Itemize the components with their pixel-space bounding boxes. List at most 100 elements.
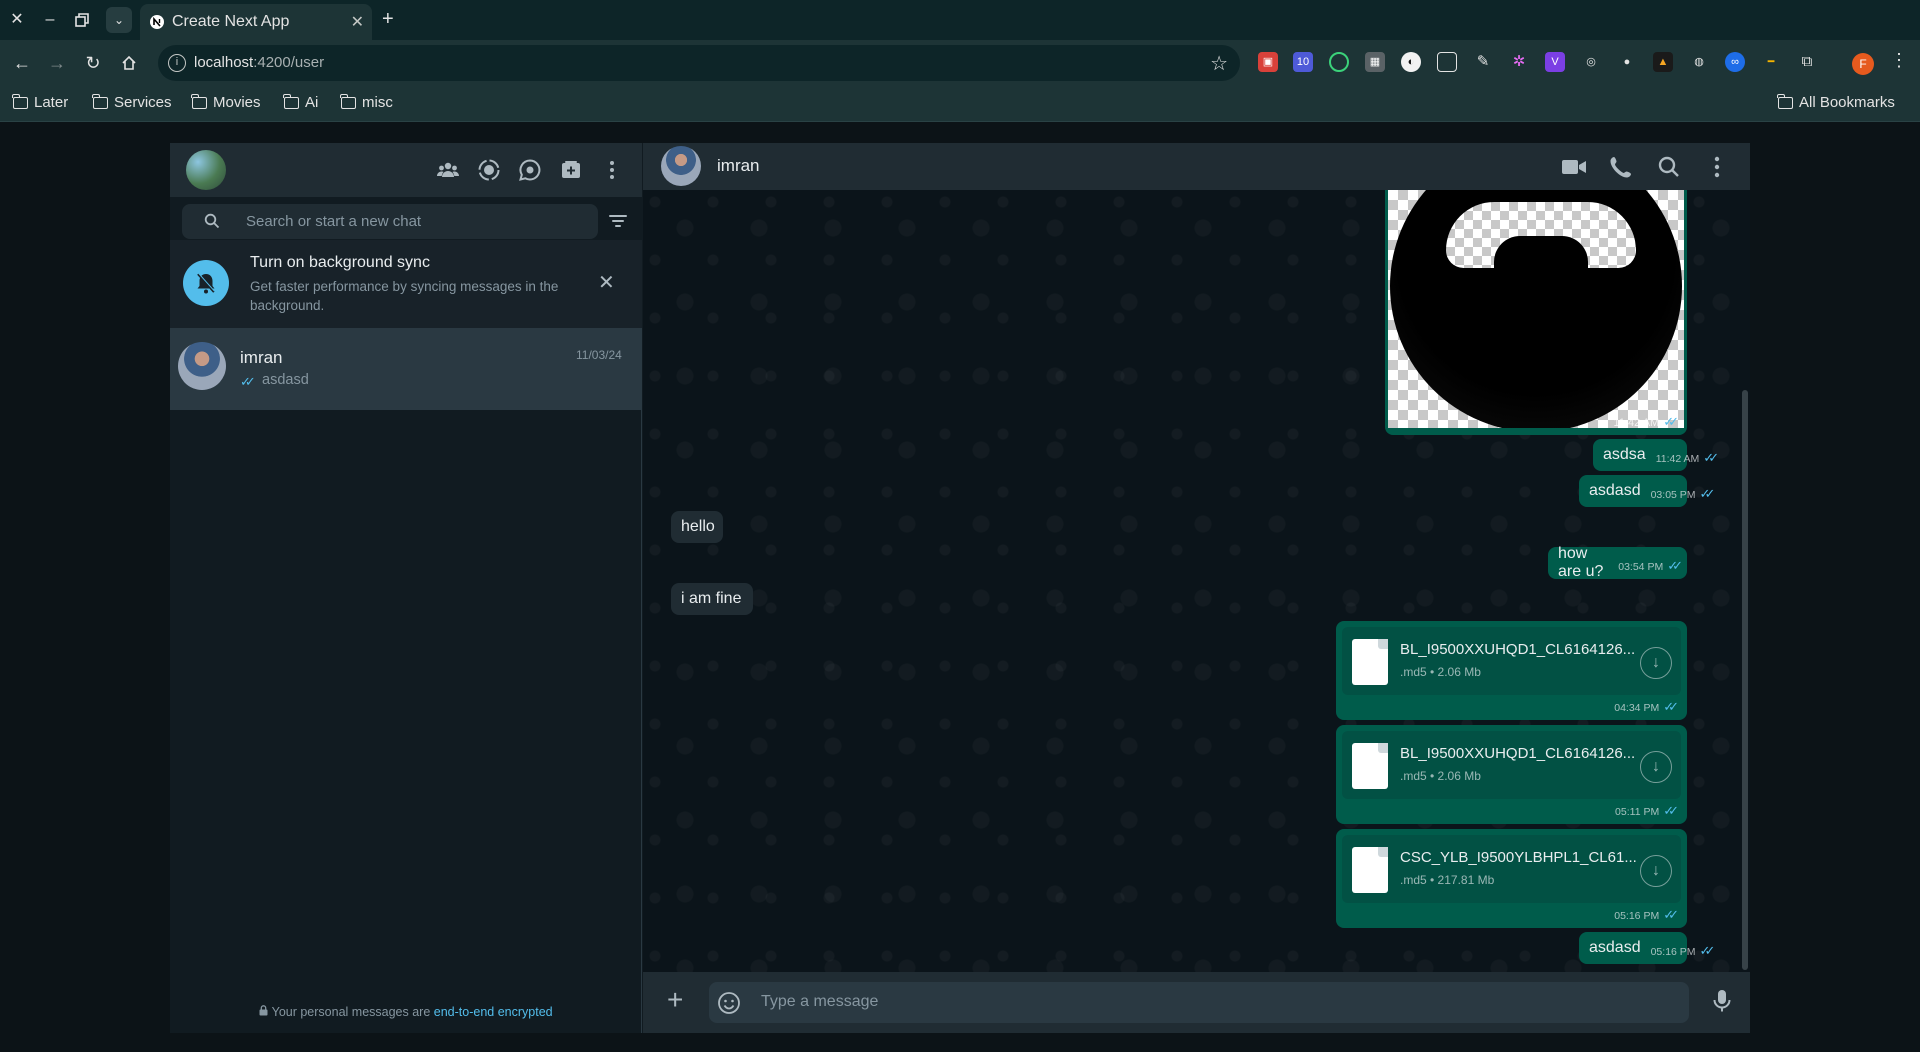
download-icon[interactable]: ↓ — [1640, 647, 1672, 679]
new-tab-icon[interactable]: + — [382, 8, 394, 31]
document-icon — [1352, 847, 1388, 893]
file-message[interactable]: CSC_YLB_I9500YLBHPL1_CL61... .md5 • 217.… — [1336, 829, 1687, 928]
contact-avatar — [178, 342, 226, 390]
message-bubble[interactable]: asdsa 11:42 AM ✓✓ — [1593, 439, 1719, 471]
video-call-icon[interactable] — [1560, 153, 1588, 181]
file-card[interactable]: BL_I9500XXUHQD1_CL6164126... .md5 • 2.06… — [1342, 731, 1681, 799]
background-sync-banner[interactable]: Turn on background sync Get faster perfo… — [170, 240, 642, 328]
message-time: 11:42 AM ✓✓ — [1655, 450, 1719, 465]
browser-tab[interactable]: Create Next App ✕ — [140, 4, 372, 40]
message-time: 05:16 PM ✓✓ — [1614, 907, 1679, 922]
message-bubble[interactable]: asdasd 03:05 PM ✓✓ — [1579, 475, 1715, 507]
message-bubble[interactable]: i am fine — [671, 583, 753, 615]
phone-icon[interactable] — [1607, 153, 1635, 181]
extension-icon[interactable]: V — [1545, 52, 1565, 72]
conversation-header[interactable]: imran — [643, 143, 1750, 190]
bookmark-folder[interactable]: Later — [12, 93, 68, 111]
close-icon[interactable]: ✕ — [598, 270, 615, 295]
message-bubble[interactable]: how are u? 03:54 PM ✓✓ — [1548, 545, 1687, 580]
github-icon[interactable]: ● — [1617, 52, 1637, 72]
file-message[interactable]: BL_I9500XXUHQD1_CL6164126... .md5 • 2.06… — [1336, 725, 1687, 824]
file-name: BL_I9500XXUHQD1_CL6164126... — [1400, 745, 1636, 762]
extension-icon[interactable]: ◐ — [1401, 52, 1421, 72]
profile-avatar[interactable]: F — [1852, 53, 1874, 75]
bookmark-folder[interactable]: Movies — [191, 93, 261, 111]
message-input[interactable]: Type a message — [709, 982, 1689, 1023]
double-check-icon: ✓✓ — [1699, 486, 1716, 501]
bookmark-star-icon[interactable]: ☆ — [1210, 51, 1228, 76]
message-time: 11:42 AM ✓✓ — [1613, 414, 1679, 429]
menu-icon[interactable] — [1703, 153, 1731, 181]
calendar-extension-icon[interactable]: 10 — [1293, 52, 1313, 72]
menu-icon[interactable] — [600, 158, 624, 182]
search-icon[interactable] — [1655, 153, 1683, 181]
message-time: 03:54 PM ✓✓ — [1618, 558, 1683, 573]
download-icon[interactable]: ↓ — [1640, 855, 1672, 887]
tab-close-icon[interactable]: ✕ — [351, 12, 364, 32]
file-card[interactable]: CSC_YLB_I9500YLBHPL1_CL61... .md5 • 217.… — [1342, 835, 1681, 903]
all-bookmarks[interactable]: All Bookmarks — [1777, 93, 1895, 111]
bookmark-folder[interactable]: misc — [340, 93, 393, 111]
window-maximize-icon[interactable] — [70, 8, 94, 32]
extension-icon[interactable] — [1329, 52, 1349, 72]
chat-list-item[interactable]: imran 11/03/24 ✓✓ asdasd — [170, 328, 642, 410]
channels-icon[interactable] — [518, 158, 542, 182]
folder-icon — [191, 93, 207, 109]
file-message[interactable]: BL_I9500XXUHQD1_CL6164126... .md5 • 2.06… — [1336, 621, 1687, 720]
browser-menu-icon[interactable]: ⋮ — [1890, 50, 1908, 71]
message-scrollbar[interactable] — [1742, 390, 1748, 970]
forward-icon[interactable]: → — [44, 50, 70, 76]
emoji-icon[interactable] — [717, 991, 741, 1015]
extensions-puzzle-icon[interactable]: ⧉ — [1797, 52, 1817, 72]
message-list[interactable]: 11:42 AM ✓✓ asdsa 11:42 AM ✓✓ asdasd 03:05… — [643, 190, 1750, 972]
phone-hangup-icon — [1446, 202, 1636, 276]
contact-avatar[interactable] — [661, 146, 701, 186]
mic-icon[interactable] — [1711, 988, 1733, 1014]
home-icon[interactable] — [116, 50, 142, 76]
encryption-notice: Your personal messages are end-to-end en… — [170, 1005, 642, 1019]
encryption-link[interactable]: end-to-end encrypted — [434, 1005, 553, 1019]
nextjs-favicon-icon — [150, 15, 164, 29]
image-message[interactable]: 11:42 AM ✓✓ — [1385, 190, 1687, 435]
address-url: localhost:4200/user — [194, 54, 325, 71]
download-icon[interactable]: ↓ — [1640, 751, 1672, 783]
window-close-icon[interactable]: ✕ — [5, 8, 29, 32]
bookmark-folder[interactable]: Ai — [283, 93, 318, 111]
extension-icon[interactable] — [1437, 52, 1457, 72]
site-info-icon[interactable]: i — [168, 54, 186, 72]
communities-icon[interactable] — [436, 158, 460, 182]
browser-tabstrip: ✕ – ⌄ Create Next App ✕ + — [0, 0, 1920, 40]
status-icon[interactable] — [477, 158, 501, 182]
color-picker-icon[interactable]: ✎ — [1473, 52, 1493, 72]
globe-icon[interactable]: ◍ — [1689, 52, 1709, 72]
window-minimize-icon[interactable]: – — [38, 8, 62, 32]
reload-icon[interactable]: ↻ — [80, 50, 106, 76]
chat-date: 11/03/24 — [576, 348, 622, 362]
my-avatar[interactable] — [186, 150, 226, 190]
extension-icon[interactable]: ∞ — [1725, 52, 1745, 72]
message-bubble[interactable]: asdasd 05:16 PM ✓✓ — [1579, 932, 1715, 964]
message-time: 03:05 PM ✓✓ — [1650, 486, 1716, 501]
sidebar-header — [170, 143, 642, 197]
bookmark-folder[interactable]: Services — [92, 93, 172, 111]
extension-icon[interactable]: ▲ — [1653, 52, 1673, 72]
chat-search-input[interactable]: Search or start a new chat — [182, 204, 598, 239]
file-info: .md5 • 2.06 Mb — [1400, 665, 1481, 679]
double-check-icon: ✓✓ — [1663, 414, 1679, 429]
message-bubble[interactable]: hello — [671, 511, 723, 543]
filter-icon[interactable] — [608, 211, 628, 231]
extension-icon[interactable]: ▦ — [1365, 52, 1385, 72]
new-chat-icon[interactable] — [559, 158, 583, 182]
tab-search-dropdown[interactable]: ⌄ — [106, 7, 132, 33]
extension-icon[interactable]: ◎ — [1581, 52, 1601, 72]
address-bar[interactable]: i localhost:4200/user ☆ — [158, 45, 1240, 81]
back-icon[interactable]: ← — [9, 50, 35, 76]
extension-icon[interactable]: ━ — [1761, 52, 1781, 72]
plus-icon[interactable]: + — [667, 986, 683, 1014]
extension-icon[interactable]: ✲ — [1509, 52, 1529, 72]
file-card[interactable]: BL_I9500XXUHQD1_CL6164126... .md5 • 2.06… — [1342, 627, 1681, 695]
extension-icon[interactable]: ▣ — [1258, 52, 1278, 72]
image-attachment[interactable] — [1388, 190, 1684, 428]
bookmarks-bar: Later Services Movies Ai misc All Bookma… — [0, 86, 1920, 122]
file-name: BL_I9500XXUHQD1_CL6164126... — [1400, 641, 1636, 658]
